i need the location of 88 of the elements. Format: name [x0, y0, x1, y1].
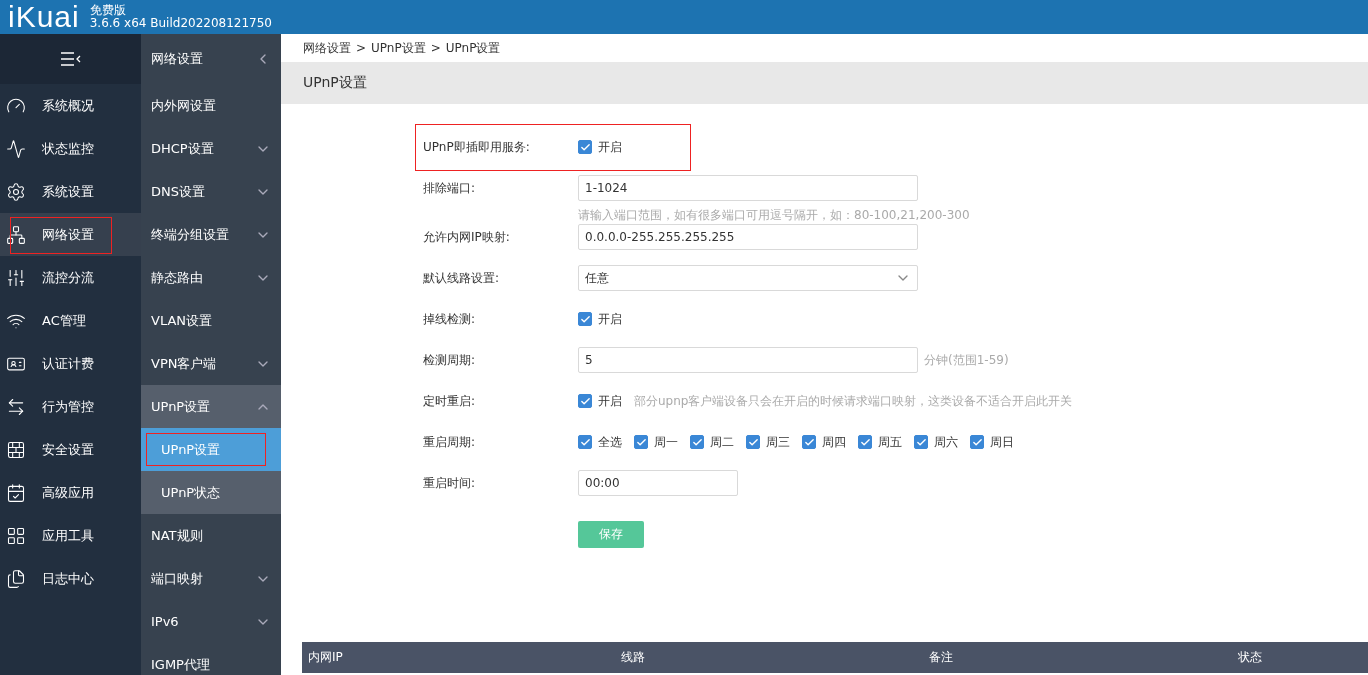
network-icon — [6, 224, 26, 245]
text-field[interactable]: 1-1024 — [578, 175, 918, 201]
breadcrumb-link[interactable]: 网络设置 — [303, 39, 351, 57]
breadcrumb-separator: > — [356, 41, 367, 55]
field-label: 检测周期: — [423, 352, 477, 369]
submenu-item[interactable]: VLAN设置 — [141, 299, 281, 342]
submenu-item[interactable]: 终端分组设置 — [141, 213, 281, 256]
checkbox[interactable] — [578, 312, 592, 326]
option-label: 周四 — [822, 433, 846, 451]
option-label: 开启 — [598, 310, 622, 328]
submenu-item[interactable]: VPN客户端 — [141, 342, 281, 385]
column-header: 备注 — [928, 649, 954, 666]
option-label: 全选 — [598, 433, 622, 451]
nav-item[interactable]: 行为管控 — [0, 385, 141, 428]
note-text: 部分upnp客户端设备只会在开启的时候请求端口映射，这类设备不适合开启此开关 — [634, 392, 1073, 410]
brick-wall-icon — [6, 439, 26, 460]
checkbox[interactable] — [858, 435, 872, 449]
submenu-title: 网络设置 — [151, 50, 203, 68]
nav-item[interactable]: 应用工具 — [0, 514, 141, 557]
nav-item[interactable]: 系统设置 — [0, 170, 141, 213]
menu-icon[interactable] — [59, 51, 82, 67]
field-label: 掉线检测: — [423, 311, 477, 328]
version-label: 3.6.6 x64 Build202208121750 — [89, 17, 272, 30]
nav-item[interactable]: 安全设置 — [0, 428, 141, 471]
nav-item[interactable]: 系统概况 — [0, 84, 141, 127]
files-icon — [6, 568, 26, 589]
checkbox[interactable] — [634, 435, 648, 449]
option-label: 开启 — [598, 138, 622, 156]
checkbox[interactable] — [578, 394, 592, 408]
option-label: 周三 — [766, 433, 790, 451]
page-title: UPnP设置 — [303, 74, 367, 92]
edition-label: 免费版 — [89, 4, 127, 17]
calendar-check-icon — [6, 482, 26, 503]
submenu-item[interactable]: DHCP设置 — [141, 127, 281, 170]
breadcrumb-link[interactable]: UPnP设置 — [371, 39, 426, 57]
nav-item[interactable]: 网络设置 — [0, 213, 141, 256]
submenu-item[interactable]: UPnP设置 — [141, 385, 281, 428]
sliders-icon — [6, 267, 26, 288]
column-header: 内网IP — [307, 649, 344, 666]
nav-item[interactable]: 日志中心 — [0, 557, 141, 600]
submenu-item[interactable]: 端口映射 — [141, 557, 281, 600]
nav-item[interactable]: AC管理 — [0, 299, 141, 342]
checkbox[interactable] — [746, 435, 760, 449]
logo: iKuai — [8, 0, 80, 34]
arrows-icon — [6, 396, 26, 417]
submenu-item[interactable]: NAT规则 — [141, 514, 281, 557]
field-label: 定时重启: — [423, 393, 477, 410]
text-field[interactable]: 0.0.0.0-255.255.255.255 — [578, 224, 918, 250]
checkbox[interactable] — [970, 435, 984, 449]
field-label: 重启时间: — [423, 475, 477, 492]
submenu-item[interactable]: 内外网设置 — [141, 84, 281, 127]
checkbox[interactable] — [802, 435, 816, 449]
pulse-icon — [6, 138, 26, 159]
text-field[interactable]: 5 — [578, 347, 918, 373]
field-label: UPnP即插即用服务: — [423, 139, 531, 156]
breadcrumb-link[interactable]: UPnP设置 — [445, 39, 501, 57]
submenu-child-item[interactable]: UPnP状态 — [141, 471, 281, 514]
nav-item[interactable]: 状态监控 — [0, 127, 141, 170]
nav-item[interactable]: 流控分流 — [0, 256, 141, 299]
dropdown[interactable]: 任意 — [578, 265, 918, 291]
unit-text: 分钟(范围1-59) — [924, 351, 1009, 369]
field-label: 排除端口: — [423, 180, 477, 197]
hint-text: 请输入端口范围，如有很多端口可用逗号隔开，如：80-100,21,200-300 — [578, 207, 970, 224]
option-label: 周二 — [710, 433, 734, 451]
option-label: 周一 — [654, 433, 678, 451]
field-label: 允许内网IP映射: — [423, 229, 511, 246]
nav-item[interactable]: 认证计费 — [0, 342, 141, 385]
breadcrumb-separator: > — [430, 41, 441, 55]
column-header: 状态 — [1237, 649, 1263, 666]
time-field[interactable]: 00:00 — [578, 470, 738, 496]
option-label: 开启 — [598, 392, 622, 410]
submenu-item[interactable]: 静态路由 — [141, 256, 281, 299]
settings-icon — [6, 181, 26, 202]
checkbox[interactable] — [914, 435, 928, 449]
submenu-item[interactable]: IGMP代理 — [141, 643, 281, 675]
field-label: 默认线路设置: — [423, 270, 501, 287]
field-label: 重启周期: — [423, 434, 477, 451]
checkbox[interactable] — [578, 140, 592, 154]
grid-icon — [6, 525, 26, 546]
checkbox[interactable] — [690, 435, 704, 449]
submenu-item[interactable]: DNS设置 — [141, 170, 281, 213]
column-header: 线路 — [620, 649, 646, 666]
option-label: 周五 — [878, 433, 902, 451]
option-label: 周日 — [990, 433, 1014, 451]
option-label: 周六 — [934, 433, 958, 451]
nav-item[interactable]: 高级应用 — [0, 471, 141, 514]
checkbox[interactable] — [578, 435, 592, 449]
submenu-item[interactable]: IPv6 — [141, 600, 281, 643]
